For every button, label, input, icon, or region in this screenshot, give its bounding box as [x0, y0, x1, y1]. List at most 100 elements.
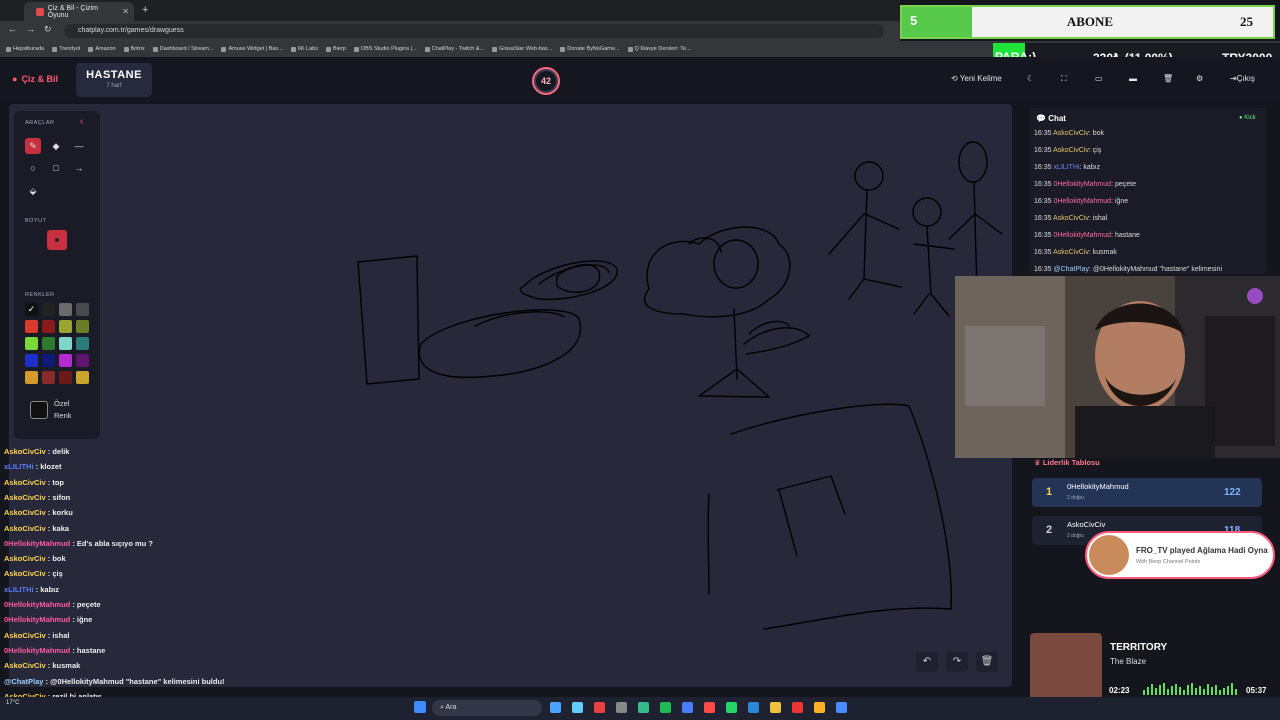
custom-color-label-2: Renk — [54, 411, 72, 420]
undo-button[interactable]: ↶ — [916, 652, 938, 672]
color-swatch[interactable] — [76, 320, 89, 333]
color-swatch[interactable]: ✓ — [25, 303, 38, 316]
color-swatch[interactable] — [59, 337, 72, 350]
trash-icon[interactable]: 🗑 — [1163, 74, 1173, 83]
app-logo: ● Çiz & Bil — [12, 74, 58, 84]
taskbar-app-icon[interactable] — [682, 702, 693, 713]
dark-mode-icon[interactable]: ☾ — [1027, 74, 1034, 83]
color-swatch[interactable] — [59, 320, 72, 333]
equalizer-bar — [1227, 686, 1229, 695]
arrow-tool[interactable]: → — [71, 160, 87, 176]
bookmark-item[interactable]: Amazon — [88, 46, 116, 52]
color-swatch[interactable] — [42, 320, 55, 333]
stream-chat-message: 0HellokityMahmud : iğne — [4, 615, 92, 624]
windows-start-icon[interactable] — [414, 701, 426, 713]
url-input[interactable]: chatplay.com.tr/games/drawguess — [64, 24, 884, 38]
chat-user: xLILITHi — [1053, 164, 1080, 171]
stream-chat-user: 0HellokityMahmud — [4, 600, 71, 609]
custom-color-button[interactable] — [30, 401, 48, 419]
color-swatch[interactable] — [59, 371, 72, 384]
collapse-panel-icon[interactable]: ‹ — [80, 116, 83, 127]
taskbar-app-icon[interactable] — [550, 702, 561, 713]
taskbar-app-icon[interactable] — [638, 702, 649, 713]
bookmark-item[interactable]: Botrix — [123, 46, 145, 52]
taskbar-app-icon[interactable] — [616, 702, 627, 713]
track-total-time: 05:37 — [1246, 686, 1267, 695]
taskbar-app-icon[interactable] — [572, 702, 583, 713]
exit-button[interactable]: ⇥Çıkış — [1230, 74, 1255, 83]
forward-icon[interactable]: → — [26, 24, 35, 34]
equalizer-bar — [1151, 684, 1153, 695]
chat-text: iğne — [1114, 198, 1129, 205]
color-swatch[interactable] — [42, 354, 55, 367]
taskbar-app-icon[interactable] — [704, 702, 715, 713]
taskbar-app-icon[interactable] — [836, 702, 847, 713]
stream-chat-message: AskoCivCiv : ishal — [4, 631, 69, 640]
bookmark-item[interactable]: Hepsiburada — [6, 46, 44, 52]
bookmark-item[interactable]: OBS Studio Plugins |... — [353, 46, 417, 52]
archive-icon[interactable]: ▬ — [1129, 74, 1137, 83]
tab-close-icon[interactable]: ✕ — [122, 7, 129, 16]
color-swatch[interactable] — [76, 337, 89, 350]
taskbar-app-icon[interactable] — [594, 702, 605, 713]
taskbar-app-icon[interactable] — [770, 702, 781, 713]
bookmark-item[interactable]: Trendyol — [52, 46, 80, 52]
stream-chat-text: : @0HellokityMahmud "hastane" kelimesini… — [43, 676, 225, 686]
clear-canvas-button[interactable]: 🗑 — [976, 652, 998, 672]
bookmark-item[interactable]: Amuse Widget | Bas... — [221, 46, 283, 52]
chat-time: 16:35 — [1034, 130, 1054, 137]
color-swatch[interactable] — [25, 320, 38, 333]
chat-text: hastane — [1114, 232, 1140, 239]
color-swatch[interactable] — [76, 371, 89, 384]
settings-icon[interactable]: ⚙ — [1196, 74, 1203, 83]
bookmark-item[interactable]: ChatPlay - Twitch &... — [424, 46, 484, 52]
new-tab-icon[interactable]: + — [142, 4, 148, 16]
bookmark-label: Trendyol — [59, 46, 81, 52]
taskbar-app-icon[interactable] — [814, 702, 825, 713]
bookmark-item[interactable]: Donate ByNoGame... — [560, 46, 620, 52]
line-tool[interactable]: — — [71, 138, 87, 154]
webcam-image — [955, 276, 1280, 458]
bookmark-item[interactable]: Dashboard / Stream... — [152, 46, 213, 52]
color-swatch[interactable] — [76, 354, 89, 367]
eraser-tool[interactable]: ◆ — [48, 138, 64, 154]
circle-tool[interactable]: ○ — [25, 160, 41, 176]
rectangle-tool[interactable]: □ — [48, 160, 64, 176]
fullscreen-icon[interactable]: ⛶ — [1061, 74, 1067, 84]
chat-time: 16:35 — [1034, 164, 1054, 171]
taskbar-app-icon[interactable] — [792, 702, 803, 713]
color-swatch[interactable] — [76, 303, 89, 316]
fill-tool[interactable]: ⬙ — [25, 183, 41, 199]
drawing-canvas[interactable] — [9, 104, 1012, 687]
taskbar-app-icon[interactable] — [748, 702, 759, 713]
color-swatch[interactable] — [42, 371, 55, 384]
color-swatch[interactable] — [42, 337, 55, 350]
brush-tool[interactable]: ✎ — [25, 138, 41, 154]
color-swatch[interactable] — [25, 337, 38, 350]
bookmark-label: Bierp — [332, 46, 346, 52]
redo-button[interactable]: ↷ — [946, 652, 968, 672]
new-word-button[interactable]: ⟲ Yeni Kelime — [951, 74, 1002, 83]
weather-widget[interactable]: 17°C — [6, 700, 19, 706]
browser-tab[interactable]: Çiz & Bil - Çizim Oyunu ✕ — [24, 2, 134, 21]
bookmark-label: Hepsiburada — [13, 46, 45, 52]
equalizer-bar — [1219, 690, 1221, 695]
window-icon[interactable]: ▭ — [1095, 74, 1103, 83]
chat-message: 16:35 AskoCivCiv: ishal — [1034, 215, 1107, 222]
back-icon[interactable]: ← — [8, 24, 17, 34]
chat-icon: 💬 — [1036, 114, 1049, 123]
color-swatch[interactable] — [59, 354, 72, 367]
reload-icon[interactable]: ↻ — [44, 24, 52, 35]
bookmark-item[interactable]: GravaStar Web-bas... — [492, 46, 552, 52]
browser-tab-bar — [0, 0, 900, 21]
bookmark-item[interactable]: Bierp — [325, 46, 346, 52]
color-swatch[interactable] — [59, 303, 72, 316]
color-swatch[interactable] — [25, 371, 38, 384]
taskbar-app-icon[interactable] — [726, 702, 737, 713]
bookmark-item[interactable]: Q Klavye Dersleri: Te... — [627, 46, 691, 52]
color-swatch[interactable] — [42, 303, 55, 316]
color-swatch[interactable] — [25, 354, 38, 367]
taskbar-app-icon[interactable] — [660, 702, 671, 713]
taskbar-search[interactable]: ⌕ Ara — [432, 700, 542, 716]
bookmark-item[interactable]: 6K Labs — [290, 46, 318, 52]
